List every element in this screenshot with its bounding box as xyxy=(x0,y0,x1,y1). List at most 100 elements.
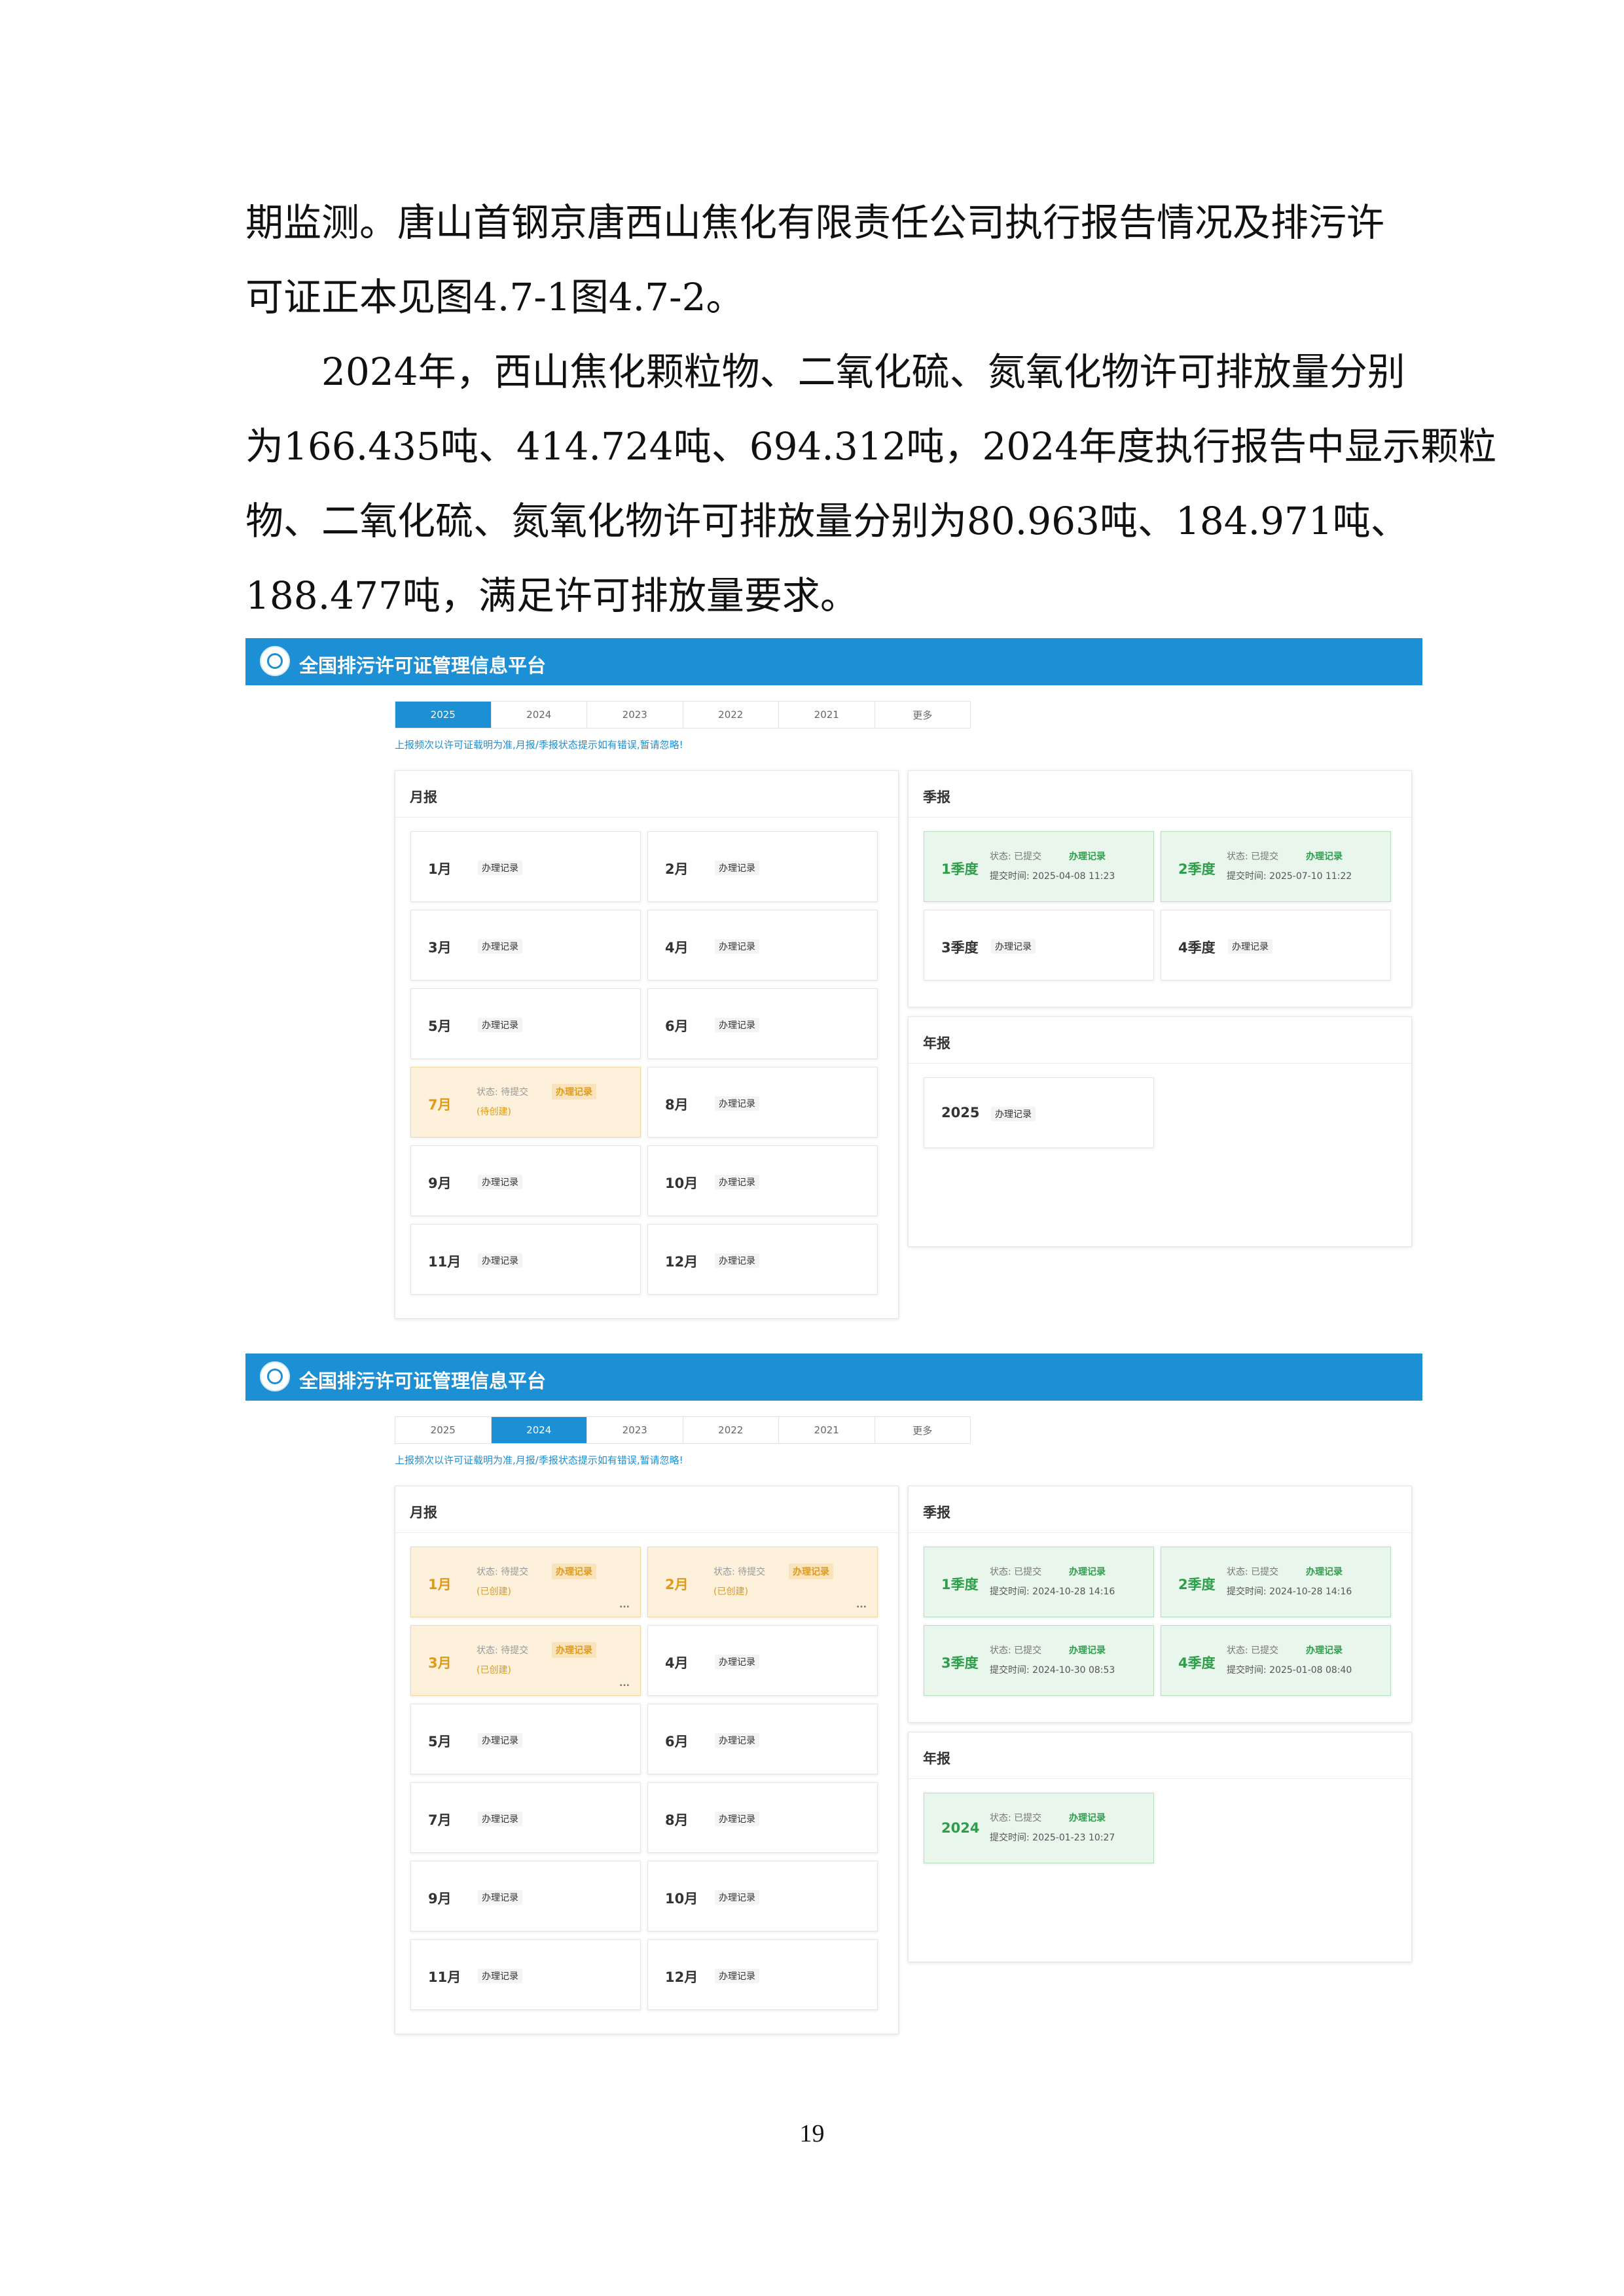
record-button[interactable]: 办理记录 xyxy=(552,1642,596,1658)
month-card[interactable]: 7月 状态: 待提交 办理记录 (待创建) xyxy=(410,1067,641,1138)
status-text: 状态: 已提交 xyxy=(1227,1645,1279,1656)
month-card[interactable]: 9月 办理记录 xyxy=(410,1145,641,1216)
quarter-card[interactable]: 1季度 状态: 已提交 办理记录 提交时间: 2025-04-08 11:23 xyxy=(924,831,1154,902)
record-button[interactable]: 办理记录 xyxy=(1302,1642,1346,1658)
tab-year[interactable]: 更多 xyxy=(875,1417,971,1443)
record-button[interactable]: 办理记录 xyxy=(478,1733,522,1748)
month-card[interactable]: 1月 状态: 待提交 办理记录 (已创建)... xyxy=(410,1547,641,1617)
more-dots-icon[interactable]: ... xyxy=(619,1678,630,1689)
tab-year[interactable]: 更多 xyxy=(875,702,971,728)
submit-time: 提交时间: 2024-10-30 08:53 xyxy=(990,1665,1115,1676)
text-line: 期监测。唐山首钢京唐西山焦化有限责任公司执行报告情况及排污许 xyxy=(245,200,1385,245)
month-card[interactable]: 5月 办理记录 xyxy=(410,988,641,1059)
month-card[interactable]: 11月 办理记录 xyxy=(410,1224,641,1295)
month-card[interactable]: 10月 办理记录 xyxy=(647,1861,878,1931)
created-status: (已创建) xyxy=(477,1587,511,1597)
annual-title: 年报 xyxy=(923,1751,950,1767)
record-button[interactable]: 办理记录 xyxy=(1065,1642,1110,1658)
quarter-card[interactable]: 2季度 状态: 已提交 办理记录 提交时间: 2024-10-28 14:16 xyxy=(1161,1547,1391,1617)
record-button[interactable]: 办理记录 xyxy=(552,1084,596,1100)
month-card[interactable]: 12月 办理记录 xyxy=(647,1224,878,1295)
card-label: 5月 xyxy=(428,1734,452,1749)
record-button[interactable]: 办理记录 xyxy=(1302,1564,1346,1579)
divider xyxy=(909,1532,1411,1533)
report-notice: 上报频次以许可证载明为准,月报/季报状态提示如有错误,暂请忽略! xyxy=(395,739,683,751)
record-button[interactable]: 办理记录 xyxy=(715,1096,759,1111)
month-card[interactable]: 3月 办理记录 xyxy=(410,910,641,980)
quarter-card[interactable]: 3季度 状态: 已提交 办理记录 提交时间: 2024-10-30 08:53 xyxy=(924,1625,1154,1696)
record-button[interactable]: 办理记录 xyxy=(478,1890,522,1905)
card-label: 1月 xyxy=(428,861,452,877)
record-button[interactable]: 办理记录 xyxy=(715,1969,759,1983)
record-button[interactable]: 办理记录 xyxy=(715,1733,759,1748)
record-button[interactable]: 办理记录 xyxy=(478,1969,522,1983)
record-button[interactable]: 办理记录 xyxy=(991,1107,1036,1121)
record-button[interactable]: 办理记录 xyxy=(478,1253,522,1268)
month-card[interactable]: 6月 办理记录 xyxy=(647,988,878,1059)
tab-year[interactable]: 2023 xyxy=(587,702,683,728)
record-button[interactable]: 办理记录 xyxy=(715,861,759,875)
record-button[interactable]: 办理记录 xyxy=(1228,939,1272,954)
quarter-card[interactable]: 3季度 办理记录 xyxy=(924,910,1154,980)
quarter-card[interactable]: 1季度 状态: 已提交 办理记录 提交时间: 2024-10-28 14:16 xyxy=(924,1547,1154,1617)
record-button[interactable]: 办理记录 xyxy=(478,1018,522,1032)
month-card[interactable]: 8月 办理记录 xyxy=(647,1782,878,1853)
card-label: 2024 xyxy=(941,1820,980,1836)
tab-year[interactable]: 2025 xyxy=(395,1417,492,1443)
tab-year[interactable]: 2023 xyxy=(587,1417,683,1443)
month-card[interactable]: 6月 办理记录 xyxy=(647,1704,878,1774)
record-button[interactable]: 办理记录 xyxy=(715,1890,759,1905)
month-card[interactable]: 12月 办理记录 xyxy=(647,1939,878,2010)
card-label: 12月 xyxy=(665,1969,698,1985)
tab-year[interactable]: 2024 xyxy=(492,702,587,728)
status-text: 状态: 待提交 xyxy=(477,1567,529,1577)
record-button[interactable]: 办理记录 xyxy=(715,1253,759,1268)
record-button[interactable]: 办理记录 xyxy=(1302,848,1346,864)
record-button[interactable]: 办理记录 xyxy=(478,861,522,875)
record-button[interactable]: 办理记录 xyxy=(715,1175,759,1189)
record-button[interactable]: 办理记录 xyxy=(1065,1564,1110,1579)
quarter-card[interactable]: 2季度 状态: 已提交 办理记录 提交时间: 2025-07-10 11:22 xyxy=(1161,831,1391,902)
record-button[interactable]: 办理记录 xyxy=(1065,848,1110,864)
annual-card[interactable]: 2025 办理记录 xyxy=(924,1077,1154,1148)
tab-year[interactable]: 2021 xyxy=(779,1417,875,1443)
record-button[interactable]: 办理记录 xyxy=(1065,1810,1110,1825)
month-card[interactable]: 10月 办理记录 xyxy=(647,1145,878,1216)
record-button[interactable]: 办理记录 xyxy=(478,1812,522,1826)
month-card[interactable]: 4月 办理记录 xyxy=(647,910,878,980)
month-card[interactable]: 11月 办理记录 xyxy=(410,1939,641,2010)
record-button[interactable]: 办理记录 xyxy=(552,1564,596,1579)
annual-card[interactable]: 2024 状态: 已提交 办理记录 提交时间: 2025-01-23 10:27 xyxy=(924,1793,1154,1863)
tab-year[interactable]: 2024 xyxy=(491,1417,587,1443)
tab-year[interactable]: 2022 xyxy=(683,702,779,728)
month-card[interactable]: 3月 状态: 待提交 办理记录 (已创建)... xyxy=(410,1625,641,1696)
quarter-card[interactable]: 4季度 状态: 已提交 办理记录 提交时间: 2025-01-08 08:40 xyxy=(1161,1625,1391,1696)
quarter-card[interactable]: 4季度 办理记录 xyxy=(1161,910,1391,980)
card-label: 3季度 xyxy=(941,1655,979,1671)
record-button[interactable]: 办理记录 xyxy=(715,1812,759,1826)
month-card[interactable]: 7月 办理记录 xyxy=(410,1782,641,1853)
year-tabs: 2025 2024 2023 2022 2021 更多 xyxy=(395,1416,971,1444)
tab-year[interactable]: 2022 xyxy=(683,1417,779,1443)
record-button[interactable]: 办理记录 xyxy=(478,1175,522,1189)
month-card[interactable]: 2月 状态: 待提交 办理记录 (已创建)... xyxy=(647,1547,878,1617)
month-card[interactable]: 1月 办理记录 xyxy=(410,831,641,902)
record-button[interactable]: 办理记录 xyxy=(715,1655,759,1669)
month-card[interactable]: 5月 办理记录 xyxy=(410,1704,641,1774)
tab-year[interactable]: 2021 xyxy=(779,702,875,728)
record-button[interactable]: 办理记录 xyxy=(789,1564,833,1579)
tab-year[interactable]: 2025 xyxy=(395,702,492,728)
month-card[interactable]: 9月 办理记录 xyxy=(410,1861,641,1931)
created-status: (待创建) xyxy=(477,1107,511,1117)
month-card[interactable]: 2月 办理记录 xyxy=(647,831,878,902)
record-button[interactable]: 办理记录 xyxy=(991,939,1036,954)
record-button[interactable]: 办理记录 xyxy=(715,939,759,954)
month-card[interactable]: 8月 办理记录 xyxy=(647,1067,878,1138)
more-dots-icon[interactable]: ... xyxy=(856,1600,867,1610)
record-button[interactable]: 办理记录 xyxy=(478,939,522,954)
record-button[interactable]: 办理记录 xyxy=(715,1018,759,1032)
more-dots-icon[interactable]: ... xyxy=(619,1600,630,1610)
text-line: 2024年，西山焦化颗粒物、二氧化硫、氮氧化物许可排放量分别 xyxy=(321,350,1405,394)
month-card[interactable]: 4月 办理记录 xyxy=(647,1625,878,1696)
divider xyxy=(909,1778,1411,1779)
